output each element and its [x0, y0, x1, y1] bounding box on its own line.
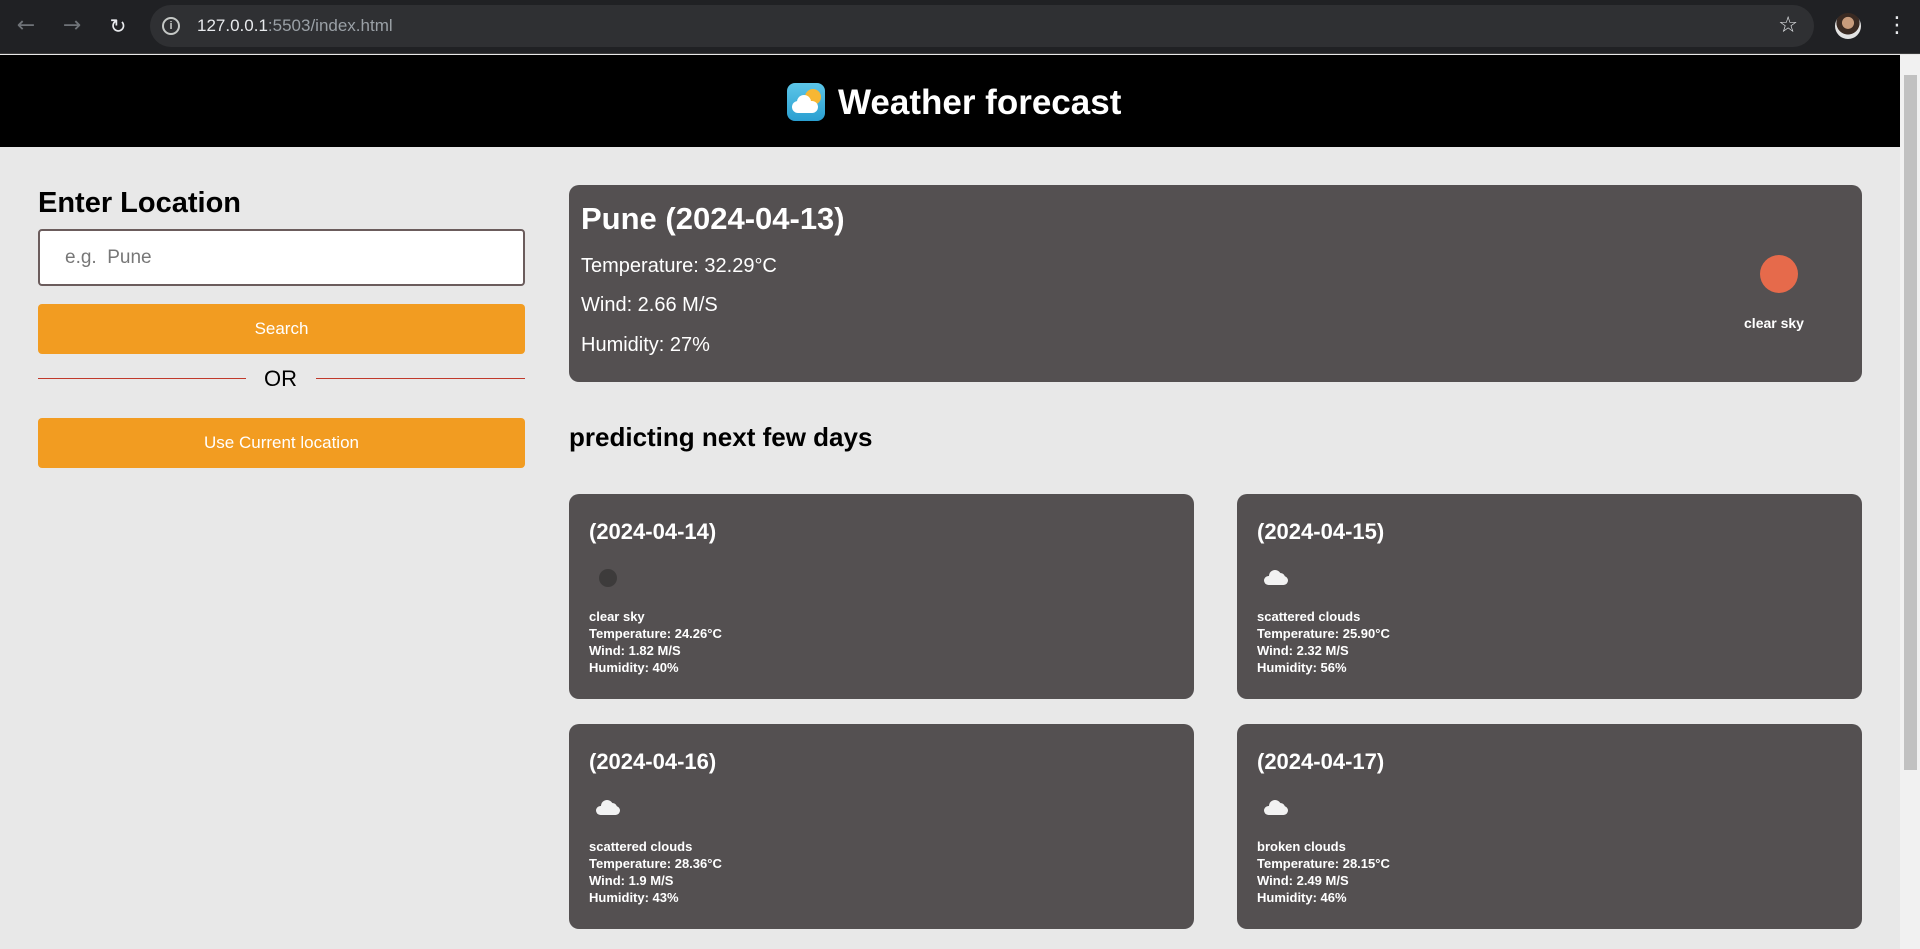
forecast-card: (2024-04-14) clear sky Temperature: 24.2… — [569, 494, 1194, 699]
current-city-date: Pune (2024-04-13) — [581, 201, 845, 236]
forecast-date: (2024-04-14) — [589, 519, 717, 544]
app-header: Weather forecast — [0, 55, 1900, 147]
page-scrollbar[interactable] — [1900, 55, 1920, 949]
url-text[interactable]: 127.0.0.1:5503/index.html — [197, 16, 393, 36]
or-label: OR — [264, 366, 297, 391]
forecast-temperature: Temperature: 28.15°C — [1257, 856, 1390, 871]
back-arrow-icon[interactable]: ← — [12, 12, 40, 40]
forecast-description: scattered clouds — [1257, 609, 1361, 624]
forecast-date: (2024-04-17) — [1257, 749, 1385, 774]
cloud-icon — [1257, 794, 1295, 822]
forecast-temperature: Temperature: 25.90°C — [1257, 626, 1390, 641]
forecast-temperature: Temperature: 24.26°C — [589, 626, 722, 641]
scrollbar-thumb[interactable] — [1904, 75, 1917, 770]
forecast-card: (2024-04-17) broken clouds Temperature: … — [1237, 724, 1862, 929]
profile-avatar[interactable] — [1835, 13, 1861, 39]
clear-sky-sun-icon — [1760, 255, 1798, 293]
forecast-humidity: Humidity: 46% — [1257, 890, 1347, 905]
divider-left — [38, 378, 246, 379]
url-path: :5503/index.html — [267, 16, 393, 35]
forecast-date: (2024-04-16) — [589, 749, 717, 774]
forecast-wind: Wind: 2.32 M/S — [1257, 643, 1349, 658]
cloud-icon — [1257, 564, 1295, 592]
page-content: Weather forecast Enter Location Search O… — [0, 55, 1900, 949]
current-wind: Wind: 2.66 M/S — [581, 294, 718, 316]
current-humidity: Humidity: 27% — [581, 334, 710, 356]
use-current-location-button[interactable]: Use Current location — [38, 418, 525, 468]
forecast-wind: Wind: 1.82 M/S — [589, 643, 681, 658]
search-button[interactable]: Search — [38, 304, 525, 354]
browser-toolbar: ← → ↻ i 127.0.0.1:5503/index.html ☆ ⋮ — [0, 0, 1920, 54]
forecast-description: scattered clouds — [589, 839, 693, 854]
forecast-temperature: Temperature: 28.36°C — [589, 856, 722, 871]
current-weather-card: Pune (2024-04-13) Temperature: 32.29°C W… — [569, 185, 1862, 382]
location-heading: Enter Location — [38, 187, 242, 219]
current-temperature: Temperature: 32.29°C — [581, 255, 777, 277]
weather-logo-icon — [787, 83, 825, 121]
forecast-wind: Wind: 2.49 M/S — [1257, 873, 1349, 888]
browser-menu-icon[interactable]: ⋮ — [1886, 10, 1908, 42]
forecast-heading: predicting next few days — [569, 422, 873, 452]
forecast-date: (2024-04-15) — [1257, 519, 1385, 544]
current-description: clear sky — [1744, 315, 1804, 331]
site-info-icon[interactable]: i — [162, 17, 180, 35]
forward-arrow-icon[interactable]: → — [58, 12, 86, 40]
forecast-humidity: Humidity: 56% — [1257, 660, 1347, 675]
address-bar[interactable]: i 127.0.0.1:5503/index.html ☆ — [150, 5, 1814, 47]
forecast-wind: Wind: 1.9 M/S — [589, 873, 674, 888]
clear-sky-night-icon — [589, 564, 627, 592]
bookmark-star-icon[interactable]: ☆ — [1778, 13, 1798, 38]
reload-icon[interactable]: ↻ — [104, 12, 132, 40]
forecast-description: broken clouds — [1257, 839, 1346, 854]
url-host: 127.0.0.1 — [197, 16, 268, 35]
forecast-card: (2024-04-15) scattered clouds Temperatur… — [1237, 494, 1862, 699]
forecast-card: (2024-04-16) scattered clouds Temperatur… — [569, 724, 1194, 929]
forecast-humidity: Humidity: 43% — [589, 890, 679, 905]
forecast-humidity: Humidity: 40% — [589, 660, 679, 675]
app-title: Weather forecast — [838, 83, 1122, 122]
forecast-description: clear sky — [589, 609, 645, 624]
cloud-icon — [589, 794, 627, 822]
divider-right — [316, 378, 525, 379]
location-input[interactable] — [38, 229, 525, 286]
